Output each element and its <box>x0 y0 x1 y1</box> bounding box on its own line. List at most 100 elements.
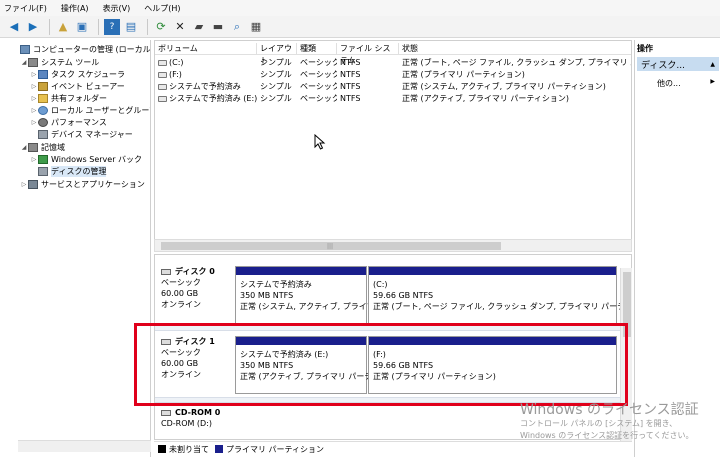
shared-folder-icon <box>38 93 48 103</box>
column-header-volume[interactable]: ボリューム <box>155 43 257 55</box>
cell-volume: (F:) <box>169 70 182 79</box>
disk-status: オンライン <box>161 300 201 309</box>
actions-other-item[interactable]: 他の... ▶ <box>657 78 717 89</box>
disk-name: CD-ROM 0 <box>175 408 221 417</box>
disk-name: ディスク 0 <box>175 267 215 276</box>
partition-size: 59.66 GB NTFS <box>373 291 434 300</box>
tree-item-performance[interactable]: ▷ パフォーマンス <box>30 116 107 128</box>
collapsed-arrow-icon[interactable]: ▷ <box>30 119 38 126</box>
menu-bar: ファイル(F) 操作(A) 表示(V) ヘルプ(H) <box>0 0 720 16</box>
tree-label: システム ツール <box>41 57 100 67</box>
up-folder-icon[interactable]: ▲ <box>55 19 71 35</box>
disk-management-icon <box>38 166 48 176</box>
tree-item-windows-server-backup[interactable]: ▷ Windows Server バック <box>30 153 142 165</box>
view-icon[interactable]: ▦ <box>248 19 264 35</box>
activation-watermark: Windows のライセンス認証 コントロール パネルの [システム] を開き、… <box>520 402 699 442</box>
forward-icon[interactable]: ▶ <box>25 19 41 35</box>
partition-bar <box>236 267 366 275</box>
menu-file[interactable]: ファイル(F) <box>4 3 47 14</box>
search-icon[interactable]: ⌕ <box>229 19 245 35</box>
tree-item-local-users[interactable]: ▷ ローカル ユーザーとグループ <box>30 104 150 116</box>
partition-size: 350 MB NTFS <box>240 291 294 300</box>
primary-swatch <box>215 445 223 453</box>
tree-item-services-apps[interactable]: ▷ サービスとアプリケーション <box>20 178 145 190</box>
help-icon[interactable]: ? <box>104 18 120 35</box>
open-icon[interactable]: ▰ <box>191 19 207 35</box>
mouse-cursor-icon <box>314 134 326 150</box>
properties-icon[interactable]: ▤ <box>123 19 139 35</box>
collapse-arrow-icon[interactable]: ▲ <box>710 61 715 68</box>
cell-volume: システムで予約済み (E:) <box>169 94 257 103</box>
disk-0-label[interactable]: ディスク 0 ベーシック 60.00 GB オンライン <box>161 266 236 310</box>
actions-group-disk-management[interactable]: ディスク... ▲ <box>637 57 719 71</box>
tree-label: パフォーマンス <box>51 117 107 127</box>
column-header-status[interactable]: 状態 <box>399 43 631 55</box>
collapsed-arrow-icon[interactable]: ▷ <box>30 156 38 163</box>
cell-layout: シンプル <box>260 82 292 91</box>
menu-action[interactable]: 操作(A) <box>61 3 89 14</box>
cdrom-0-label[interactable]: CD-ROM 0 CD-ROM (D:) <box>161 407 236 429</box>
cell-status: 正常 (ブート, ページ ファイル, クラッシュ ダンプ, プライマリ パーティ… <box>402 58 631 67</box>
cell-status: 正常 (アクティブ, プライマリ パーティション) <box>402 94 570 103</box>
cell-layout: シンプル <box>260 70 292 79</box>
tree-item-event-viewer[interactable]: ▷ イベント ビューアー <box>30 80 125 92</box>
partition-c[interactable]: (C:) 59.66 GB NTFS 正常 (ブート, ページ ファイル, クラ… <box>368 266 631 324</box>
watermark-title: Windows のライセンス認証 <box>520 402 699 418</box>
refresh-icon[interactable]: ⟳ <box>153 19 169 35</box>
collapsed-arrow-icon[interactable]: ▷ <box>30 107 38 114</box>
menu-help[interactable]: ヘルプ(H) <box>144 3 180 14</box>
collapsed-arrow-icon[interactable]: ▷ <box>20 181 28 188</box>
tree-item-task-scheduler[interactable]: ▷ タスク スケジューラ <box>30 68 125 80</box>
unallocated-swatch <box>158 445 166 453</box>
submenu-arrow-icon: ▶ <box>710 78 715 85</box>
volume-list: ボリューム レイアウト 種類 ファイル システム 状態 (C:) シンプル ベー… <box>154 40 632 252</box>
tree-horizontal-scrollbar[interactable] <box>18 440 151 452</box>
cell-layout: シンプル <box>260 58 292 67</box>
expanded-arrow-icon[interactable]: ◢ <box>20 59 28 66</box>
cell-volume: (C:) <box>169 58 184 67</box>
show-tree-icon[interactable]: ▣ <box>74 19 90 35</box>
tree-item-root[interactable]: コンピューターの管理 (ローカル) <box>20 43 151 55</box>
navigation-tree: コンピューターの管理 (ローカル) ◢ システム ツール ▷ タスク スケジュー… <box>18 40 151 457</box>
tree-item-disk-management[interactable]: ディスクの管理 <box>38 165 107 177</box>
table-row[interactable]: (C:) シンプル ベーシック NTFS 正常 (ブート, ページ ファイル, … <box>155 57 631 69</box>
cdrom-icon <box>161 409 171 416</box>
tree-label: コンピューターの管理 (ローカル) <box>33 44 151 54</box>
cell-type: ベーシック <box>300 82 337 91</box>
toolbar-separator <box>49 18 50 35</box>
cell-status: 正常 (プライマリ パーティション) <box>402 70 525 79</box>
cell-type: ベーシック <box>300 70 337 79</box>
cell-volume: システムで予約済み <box>169 82 241 91</box>
partition-status: 正常 (システム, アクティブ, プライマリ <box>240 302 383 311</box>
column-header-filesystem[interactable]: ファイル システム <box>337 43 399 65</box>
tree-label: タスク スケジューラ <box>51 69 125 79</box>
table-row[interactable]: システムで予約済み シンプル ベーシック NTFS 正常 (システム, アクティ… <box>155 81 631 93</box>
tree-item-device-manager[interactable]: デバイス マネージャー <box>38 128 133 140</box>
tree-item-shared-folders[interactable]: ▷ 共有フォルダー <box>30 92 107 104</box>
tree-item-system-tools[interactable]: ◢ システム ツール <box>20 56 99 68</box>
collapsed-arrow-icon[interactable]: ▷ <box>30 71 38 78</box>
actions-header: 操作 <box>637 44 653 53</box>
column-header-layout[interactable]: レイアウト <box>257 43 297 65</box>
delete-icon[interactable]: ✕ <box>172 19 188 35</box>
menu-view[interactable]: 表示(V) <box>103 3 131 14</box>
volume-list-horizontal-scrollbar[interactable]: ||| <box>154 239 632 252</box>
watermark-line-1: コントロール パネルの [システム] を開き、 <box>520 419 678 428</box>
expanded-arrow-icon[interactable]: ◢ <box>20 144 28 151</box>
tree-item-storage[interactable]: ◢ 記憶域 <box>20 141 65 153</box>
back-icon[interactable]: ◀ <box>6 19 22 35</box>
column-header-type[interactable]: 種類 <box>297 43 337 55</box>
partition-bar <box>369 267 616 275</box>
collapsed-arrow-icon[interactable]: ▷ <box>30 83 38 90</box>
partition-system-reserved[interactable]: システムで予約済み 350 MB NTFS 正常 (システム, アクティブ, プ… <box>235 266 383 324</box>
partition-name: システムで予約済み <box>240 280 312 289</box>
users-icon <box>38 105 48 115</box>
table-row[interactable]: (F:) シンプル ベーシック NTFS 正常 (プライマリ パーティション) <box>155 69 631 81</box>
legend-bar: 未割り当て プライマリ パーティション <box>154 441 632 456</box>
cell-layout: シンプル <box>260 94 292 103</box>
tree-label: 記憶域 <box>41 142 65 152</box>
table-row[interactable]: システムで予約済み (E:) シンプル ベーシック NTFS 正常 (アクティブ… <box>155 93 631 105</box>
disk-icon[interactable]: ▬ <box>210 19 226 35</box>
collapsed-arrow-icon[interactable]: ▷ <box>30 95 38 102</box>
legend-primary: プライマリ パーティション <box>226 444 325 454</box>
